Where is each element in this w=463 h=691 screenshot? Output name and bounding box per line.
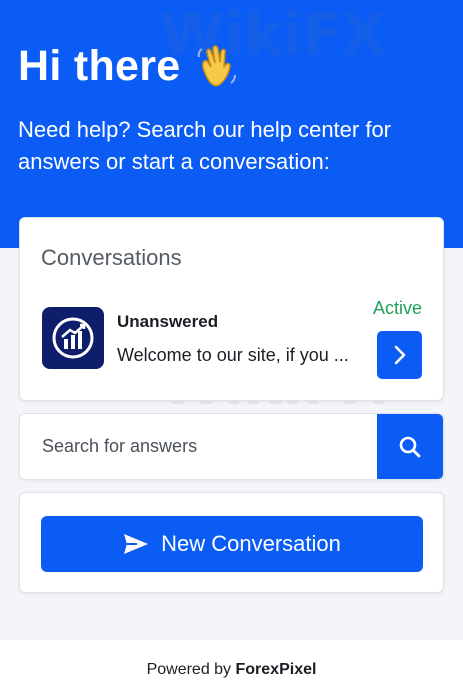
header-banner: Hi there Need help? Search our help cent… (0, 0, 463, 248)
avatar (42, 307, 104, 369)
search-card (19, 413, 444, 480)
status-badge: Active (372, 298, 422, 318)
search-button[interactable] (377, 414, 443, 479)
header-subtitle: Need help? Search our help center for an… (18, 117, 392, 174)
search-icon (399, 436, 421, 457)
footer: Powered by ForexPixel (0, 640, 463, 691)
footer-prefix: Powered by (146, 661, 236, 678)
greeting-heading: Hi there (18, 42, 239, 91)
conversation-name: Unanswered (117, 312, 219, 331)
conversations-card: Conversations Unanswered Welcome to our … (19, 217, 444, 401)
new-conversation-button[interactable]: New Conversation (41, 516, 423, 572)
greeting-text: Hi there (18, 42, 181, 90)
waving-hand-icon (195, 43, 239, 91)
search-input[interactable] (20, 414, 378, 479)
new-conversation-label: New Conversation (161, 531, 341, 556)
open-conversation-button[interactable] (377, 331, 422, 379)
send-icon (124, 534, 149, 554)
footer-brand-link[interactable]: ForexPixel (236, 661, 317, 678)
chart-logo-icon (52, 317, 94, 359)
conversations-title: Conversations (41, 245, 182, 270)
new-conversation-card: New Conversation (19, 492, 444, 593)
chevron-right-icon (394, 345, 405, 365)
conversation-preview: Welcome to our site, if you ... (117, 345, 349, 365)
